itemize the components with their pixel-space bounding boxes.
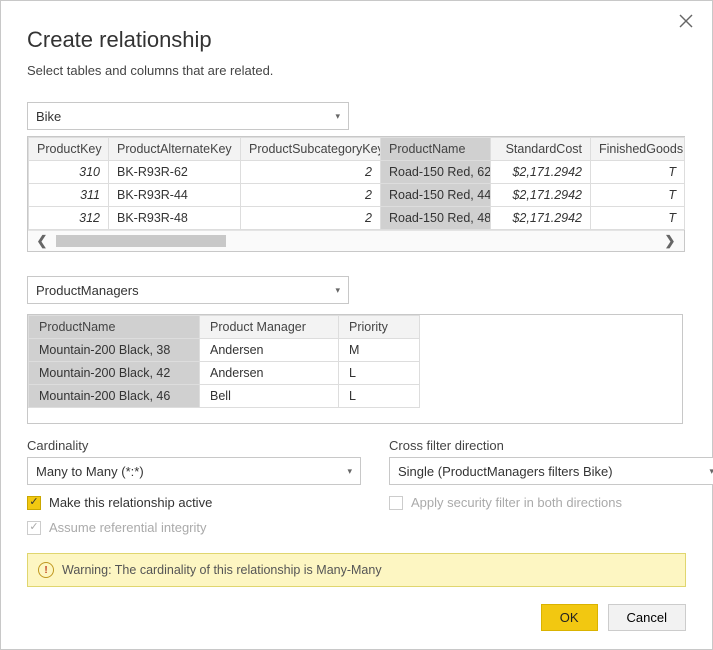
securityfilter-checkbox-label: Apply security filter in both directions (411, 495, 622, 510)
crossfilter-value: Single (ProductManagers filters Bike) (398, 464, 613, 479)
chevron-down-icon: ▾ (335, 111, 340, 122)
cardinality-value: Many to Many (*:*) (36, 464, 144, 479)
crossfilter-label: Cross filter direction (389, 438, 713, 453)
create-relationship-dialog: Create relationship Select tables and co… (0, 0, 713, 650)
table-b-header-row: ProductName Product Manager Priority (29, 316, 420, 339)
col-productname[interactable]: ProductName (381, 138, 491, 161)
table-row[interactable]: 311 BK-R93R-44 2 Road-150 Red, 44 $2,171… (29, 184, 685, 207)
col-standardcost[interactable]: StandardCost (491, 138, 591, 161)
warning-icon: ! (38, 562, 54, 578)
dialog-subtitle: Select tables and columns that are relat… (27, 63, 686, 78)
scroll-left-button[interactable]: ❮ (28, 233, 56, 249)
col-product-manager[interactable]: Product Manager (200, 316, 339, 339)
chevron-down-icon: ▾ (335, 285, 340, 296)
chevron-down-icon: ▾ (709, 466, 713, 477)
active-checkbox[interactable]: ✓ (27, 496, 41, 510)
table-a-preview: ProductKey ProductAlternateKey ProductSu… (27, 136, 685, 252)
table-b-select[interactable]: ProductManagers ▾ (27, 276, 349, 304)
referential-checkbox: ✓ (27, 521, 41, 535)
warning-text: Warning: The cardinality of this relatio… (62, 563, 382, 577)
col-productkey[interactable]: ProductKey (29, 138, 109, 161)
col-productalternatekey[interactable]: ProductAlternateKey (109, 138, 241, 161)
referential-checkbox-label: Assume referential integrity (49, 520, 207, 535)
ok-button[interactable]: OK (541, 604, 598, 631)
table-row[interactable]: Mountain-200 Black, 42 Andersen L (29, 362, 420, 385)
table-a-hscrollbar[interactable]: ❮ ❯ (28, 230, 684, 251)
close-icon (678, 13, 694, 29)
table-row[interactable]: 310 BK-R93R-62 2 Road-150 Red, 62 $2,171… (29, 161, 685, 184)
cardinality-label: Cardinality (27, 438, 361, 453)
dialog-title: Create relationship (27, 27, 686, 53)
table-a-select-value: Bike (36, 109, 61, 124)
scroll-track[interactable] (56, 234, 656, 248)
table-a-select[interactable]: Bike ▾ (27, 102, 349, 130)
scroll-thumb[interactable] (56, 235, 226, 247)
table-row[interactable]: Mountain-200 Black, 38 Andersen M (29, 339, 420, 362)
cardinality-select[interactable]: Many to Many (*:*) ▾ (27, 457, 361, 485)
table-row[interactable]: Mountain-200 Black, 46 Bell L (29, 385, 420, 408)
warning-bar: ! Warning: The cardinality of this relat… (27, 553, 686, 587)
table-row[interactable]: 312 BK-R93R-48 2 Road-150 Red, 48 $2,171… (29, 207, 685, 230)
active-checkbox-label: Make this relationship active (49, 495, 212, 510)
table-b-select-value: ProductManagers (36, 283, 139, 298)
table-b-preview: ProductName Product Manager Priority Mou… (27, 314, 683, 424)
col-priority[interactable]: Priority (339, 316, 420, 339)
col-finishedgoodsflag[interactable]: FinishedGoodsFlag (591, 138, 685, 161)
scroll-right-button[interactable]: ❯ (656, 233, 684, 249)
close-button[interactable] (678, 13, 694, 29)
col-productname-b[interactable]: ProductName (29, 316, 200, 339)
col-productsubcategorykey[interactable]: ProductSubcategoryKey (241, 138, 381, 161)
crossfilter-select[interactable]: Single (ProductManagers filters Bike) ▾ (389, 457, 713, 485)
chevron-down-icon: ▾ (347, 466, 352, 477)
cancel-button[interactable]: Cancel (608, 604, 686, 631)
table-a-header-row: ProductKey ProductAlternateKey ProductSu… (29, 138, 685, 161)
securityfilter-checkbox (389, 496, 403, 510)
dialog-footer: OK Cancel (541, 604, 686, 631)
